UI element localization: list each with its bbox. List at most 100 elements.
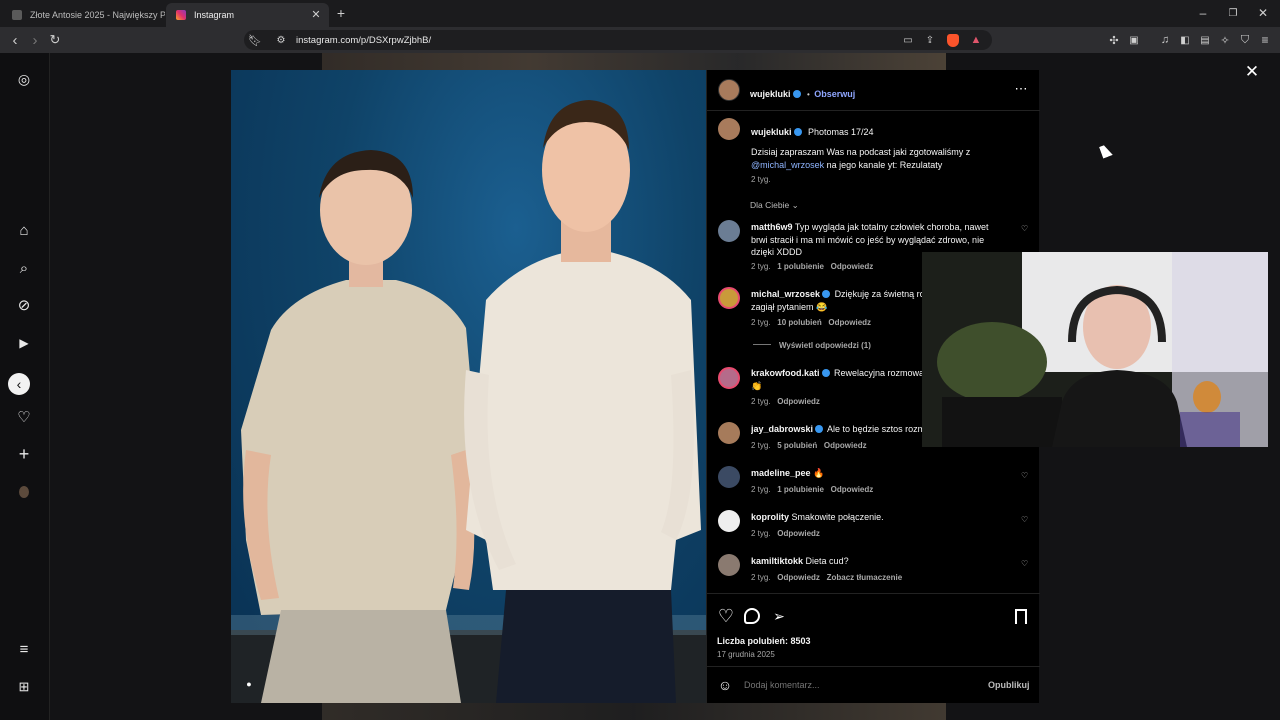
reply-button[interactable]: Odpowiedz (831, 262, 874, 271)
like-icon[interactable]: ♡ (716, 606, 736, 626)
divider (707, 593, 1040, 594)
notifications-icon[interactable]: ♡ (14, 407, 34, 427)
search-icon[interactable]: ⌕ (14, 258, 34, 278)
mention-link[interactable]: @michal_wrzosek (751, 160, 824, 170)
sort-dropdown[interactable]: Dla Ciebie ⌄ (750, 200, 799, 211)
divider (707, 666, 1040, 667)
reply-button[interactable]: Odpowiedz (831, 485, 874, 494)
comment-time: 2 tyg. (751, 262, 771, 271)
close-window-icon[interactable]: ✕ (1256, 6, 1270, 20)
comment-likes[interactable]: 1 polubienie (777, 485, 824, 494)
comment-username[interactable]: michal_wrzosek (751, 289, 820, 299)
forward-icon[interactable]: › (28, 32, 42, 49)
comment-avatar[interactable] (718, 367, 740, 389)
comment-body: 🔥 (813, 468, 825, 478)
comment-meta: 2 tyg. 1 polubienie Odpowiedz (751, 485, 873, 494)
wallet-icon[interactable]: ▣ (1127, 33, 1141, 47)
extensions-icon[interactable]: ✣ (1107, 33, 1121, 47)
instagram-favicon-icon (176, 10, 186, 20)
emoji-icon[interactable]: ☺ (716, 676, 734, 694)
tagged-users-icon[interactable]: ● (243, 678, 255, 690)
reply-button[interactable]: Odpowiedz (777, 529, 820, 538)
reels-icon[interactable]: ▶ (14, 333, 34, 353)
tab-label: Instagram (194, 10, 235, 20)
instagram-logo-icon[interactable]: ◎ (14, 69, 34, 89)
comment-username[interactable]: krakowfood.kati (751, 368, 820, 378)
comment-time: 2 tyg. (751, 529, 771, 538)
profile-avatar[interactable] (19, 486, 29, 498)
explore-icon[interactable]: ⊘ (14, 295, 34, 315)
author-avatar[interactable] (718, 79, 740, 101)
cast-icon[interactable]: ▭ (901, 33, 915, 47)
new-tab-icon[interactable]: + (334, 5, 348, 21)
comment-avatar[interactable] (718, 220, 740, 242)
comment-avatar[interactable] (718, 466, 740, 488)
brave-rewards-icon[interactable]: ▲ (969, 33, 983, 47)
back-icon[interactable]: ‹ (8, 32, 22, 49)
comment-time: 2 tyg. (751, 573, 771, 582)
comment-avatar[interactable] (718, 422, 740, 444)
site-settings-icon[interactable]: ⚙ (274, 33, 288, 47)
translate-button[interactable]: Zobacz tłumaczenie (827, 573, 903, 582)
music-icon[interactable]: ♫ (1158, 33, 1172, 47)
comment-text: kamiltiktokk Dieta cud? (751, 555, 1006, 568)
publish-button[interactable]: Opublikuj (988, 680, 1030, 690)
like-comment-icon[interactable]: ♡ (1021, 471, 1028, 480)
leo-ai-icon[interactable]: ✧ (1218, 33, 1232, 47)
author-username[interactable]: wujekluki (750, 89, 791, 99)
home-icon[interactable]: ⌂ (14, 220, 34, 240)
comment-likes[interactable]: 5 polubień (777, 441, 817, 450)
reload-icon[interactable]: ↻ (47, 32, 63, 48)
comment-avatar[interactable] (718, 510, 740, 532)
like-comment-icon[interactable]: ♡ (1021, 224, 1028, 233)
tab-zlote-antosie[interactable]: Złote Antosie 2025 - Największy Plebi (2, 3, 165, 27)
like-comment-icon[interactable]: ♡ (1021, 559, 1028, 568)
share-icon[interactable]: ⇪ (923, 33, 937, 47)
more-menu-icon[interactable]: ≡ (14, 639, 34, 659)
comment-avatar[interactable] (718, 287, 740, 309)
previous-post-icon[interactable]: ‹ (8, 373, 30, 395)
comment-username[interactable]: matth6w9 (751, 222, 793, 232)
comment-username[interactable]: koprolity (751, 512, 789, 522)
comment-likes[interactable]: 1 polubienie (777, 262, 824, 271)
tab-instagram[interactable]: Instagram (166, 3, 329, 27)
share-post-icon[interactable]: ➢ (769, 606, 789, 626)
comment-username[interactable]: kamiltiktokk (751, 556, 803, 566)
caption-line: na jego kanale yt: Rezulataty (824, 159, 943, 170)
close-tab-icon[interactable]: ✕ (309, 7, 323, 21)
comment-likes[interactable]: 10 polubień (777, 318, 821, 327)
apps-icon[interactable]: ⊞ (14, 677, 34, 697)
crypto-wallet-icon[interactable]: ▤ (1198, 33, 1212, 47)
like-comment-icon[interactable]: ♡ (1021, 515, 1028, 524)
comment-username[interactable]: madeline_pee (751, 468, 811, 478)
comment-username[interactable]: jay_dabrowski (751, 424, 813, 434)
reply-button[interactable]: Odpowiedz (777, 397, 820, 406)
brave-shield-icon[interactable] (947, 34, 959, 47)
create-icon[interactable]: + (14, 444, 34, 464)
menu-icon[interactable]: ≡ (1258, 33, 1272, 47)
save-post-icon[interactable] (1015, 609, 1027, 624)
close-icon[interactable]: ✕ (1243, 62, 1261, 81)
caption-avatar[interactable] (718, 118, 740, 140)
more-options-icon[interactable]: ⋯ (1013, 81, 1029, 96)
comment-input[interactable] (744, 677, 974, 693)
caption-tag: Photomas 17/24 (807, 127, 874, 137)
sidebar-icon[interactable]: ◧ (1178, 33, 1192, 47)
comment-meta: 2 tyg. 1 polubienie Odpowiedz (751, 262, 873, 271)
vpn-icon[interactable]: ⛉ (1238, 33, 1252, 47)
reply-button[interactable]: Odpowiedz (828, 318, 871, 327)
restore-icon[interactable]: ❐ (1226, 6, 1240, 20)
bookmark-icon[interactable]: 🔖︎ (248, 33, 262, 47)
view-replies-button[interactable]: Wyświetl odpowiedzi (1) (753, 341, 871, 350)
caption-username[interactable]: wujekluki (751, 127, 792, 137)
reply-button[interactable]: Odpowiedz (777, 573, 820, 582)
likes-count[interactable]: Liczba polubień: 8503 (717, 636, 811, 646)
minimize-icon[interactable]: – (1196, 6, 1210, 20)
reply-button[interactable]: Odpowiedz (824, 441, 867, 450)
tab-label: Złote Antosie 2025 - Największy Plebi (30, 10, 165, 20)
chevron-down-icon: ⌄ (791, 200, 799, 210)
comment-avatar[interactable] (718, 554, 740, 576)
comment-meta: 2 tyg. 10 polubień Odpowiedz (751, 318, 871, 327)
follow-button[interactable]: Obserwuj (814, 89, 855, 99)
comment-icon[interactable] (744, 608, 760, 624)
